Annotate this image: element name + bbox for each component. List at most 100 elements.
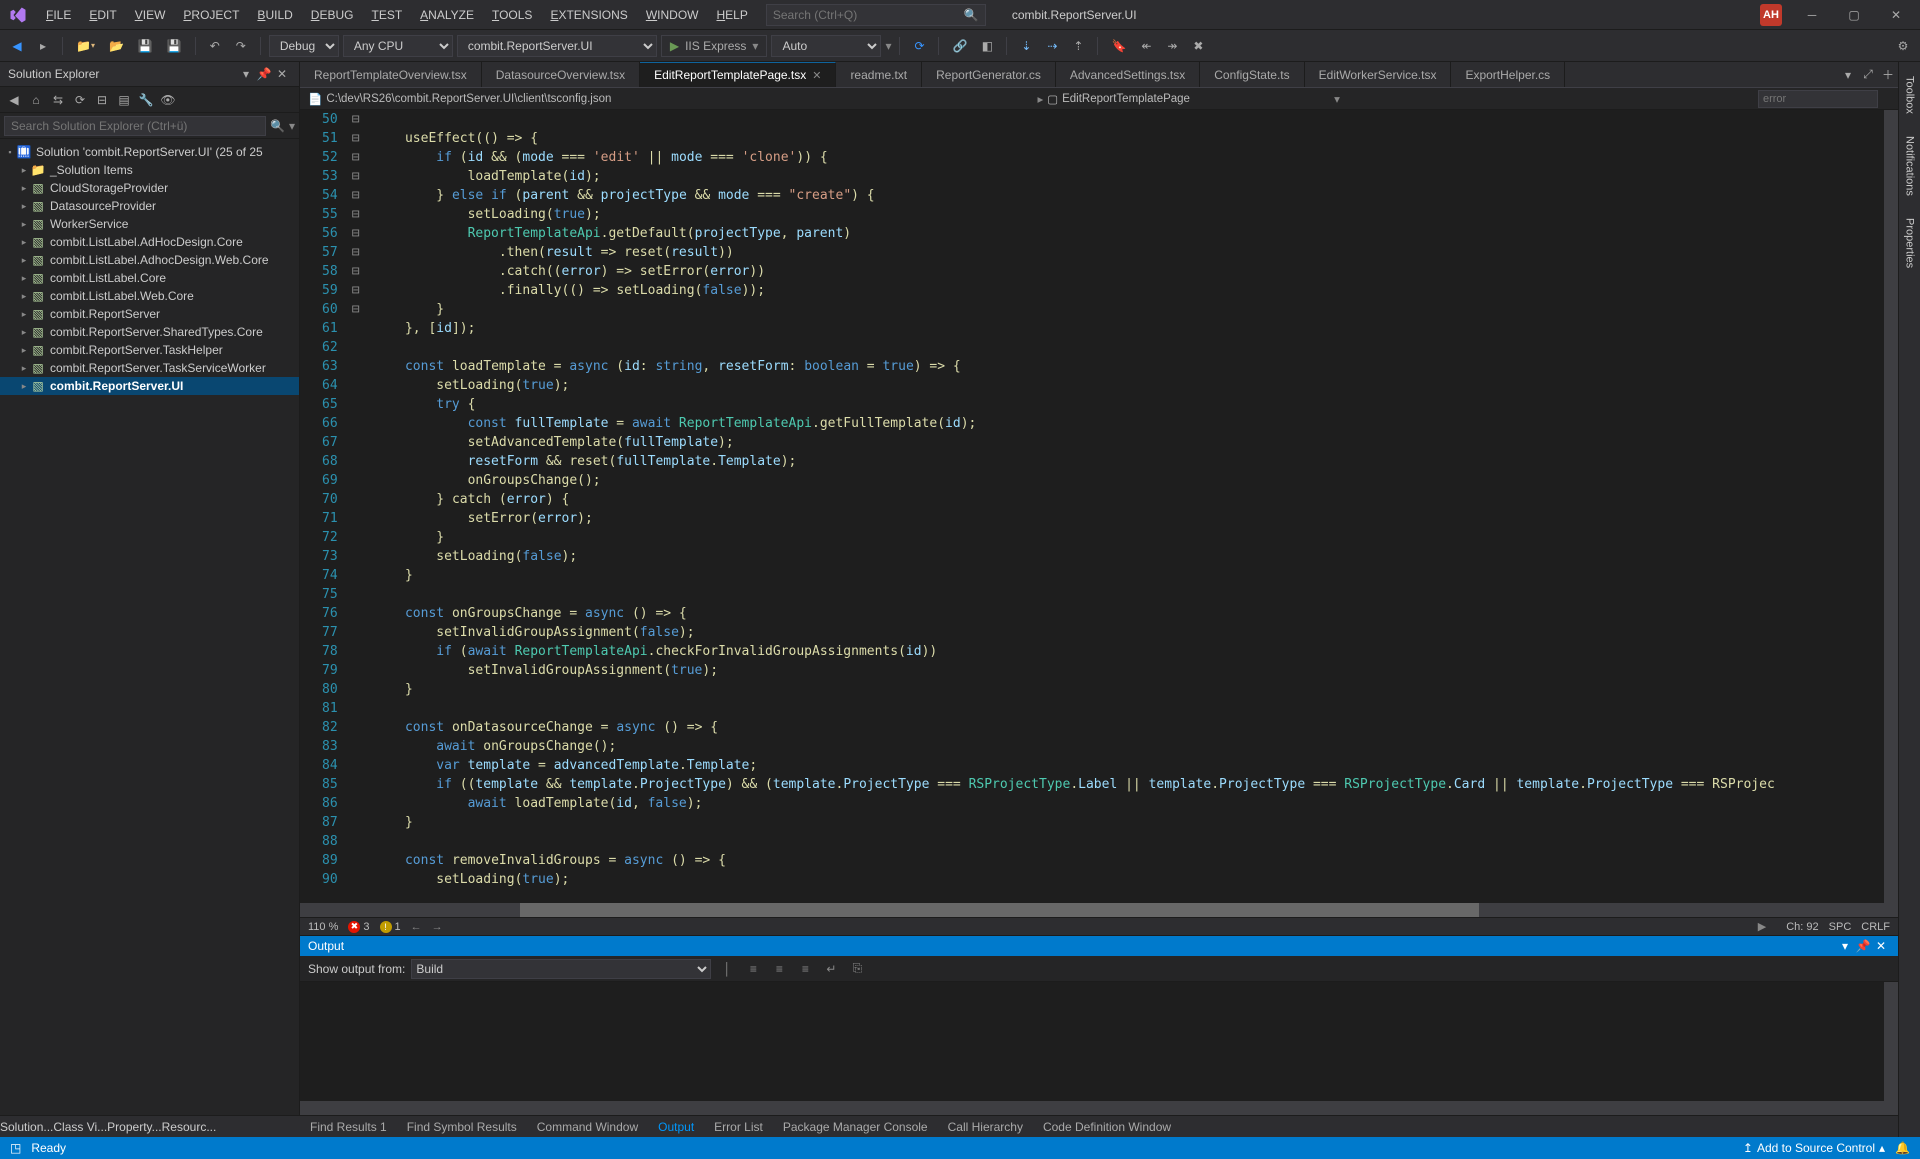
window-tab[interactable]: Command Window [527, 1116, 648, 1137]
window-tab[interactable]: Call Hierarchy [938, 1116, 1033, 1137]
eol-mode[interactable]: CRLF [1861, 921, 1890, 933]
editor-tab[interactable]: ExportHelper.cs [1451, 62, 1565, 87]
editor-tab[interactable]: EditReportTemplatePage.tsx✕ [640, 62, 836, 87]
panel-close-icon[interactable]: ✕ [273, 67, 291, 81]
window-tab[interactable]: Output [648, 1116, 704, 1137]
bookmark-next-icon[interactable]: ↠ [1161, 35, 1183, 57]
editor-tab[interactable]: DatasourceOverview.tsx [482, 62, 640, 87]
editor-tab[interactable]: ReportTemplateOverview.tsx [300, 62, 482, 87]
solution-platform-dropdown[interactable]: Any CPU [343, 35, 453, 57]
breadcrumb-error-search[interactable] [1758, 90, 1878, 108]
zoom-level[interactable]: 110 % [308, 921, 338, 933]
editor-tab[interactable]: EditWorkerService.tsx [1305, 62, 1452, 87]
window-tab[interactable]: Solution... [0, 1120, 53, 1134]
next-issue-icon[interactable]: ▶ [1758, 920, 1766, 933]
indent-mode[interactable]: SPC [1829, 921, 1852, 933]
se-refresh-button[interactable]: ⟳ [70, 90, 90, 110]
tool-icon-1[interactable]: ◧ [976, 35, 998, 57]
output-horizontal-scrollbar[interactable] [300, 1101, 1898, 1115]
breadcrumb-path[interactable]: 📄 C:\dev\RS26\combit.ReportServer.UI\cli… [300, 88, 619, 109]
tab-close-icon[interactable]: ✕ [812, 69, 821, 82]
user-badge[interactable]: AH [1760, 4, 1782, 26]
menu-build[interactable]: BUILD [249, 4, 300, 26]
code-editor[interactable]: 5051525354555657585960616263646566676869… [300, 110, 1898, 903]
browser-link-button[interactable]: 🔗 [947, 35, 972, 57]
se-showall-button[interactable]: ▤ [114, 90, 134, 110]
warning-count[interactable]: !1 [380, 921, 401, 933]
save-button[interactable]: 💾 [133, 35, 158, 57]
output-prev-icon[interactable]: ≡ [769, 959, 789, 979]
output-wrap-icon[interactable]: ↵ [821, 959, 841, 979]
output-vertical-scrollbar[interactable] [1884, 982, 1898, 1101]
menu-test[interactable]: TEST [363, 4, 410, 26]
bookmark-clear-icon[interactable]: ✖ [1187, 35, 1209, 57]
window-tab[interactable]: Find Symbol Results [397, 1116, 527, 1137]
window-tab[interactable]: Resourc... [162, 1120, 217, 1134]
code-content[interactable]: useEffect(() => { if (id && (mode === 'e… [366, 110, 1884, 903]
notifications-icon[interactable]: 🔔 [1895, 1141, 1910, 1155]
tree-node[interactable]: ▸▧combit.ReportServer.SharedTypes.Core [0, 323, 299, 341]
undo-button[interactable]: ↶ [204, 35, 226, 57]
output-close-icon[interactable]: ✕ [1872, 939, 1890, 953]
window-tab[interactable]: Code Definition Window [1033, 1116, 1181, 1137]
output-body[interactable] [300, 982, 1898, 1115]
breadcrumb-member[interactable]: ▾ [1198, 88, 1348, 109]
window-tab[interactable]: Find Results 1 [300, 1116, 397, 1137]
browser-dropdown[interactable]: Auto [771, 35, 881, 57]
new-project-button[interactable]: 📁▾ [71, 35, 100, 57]
tab-add-icon[interactable]: ＋ [1878, 62, 1898, 87]
output-goto-icon[interactable]: ≡ [743, 959, 763, 979]
maximize-button[interactable]: ▢ [1834, 1, 1874, 29]
menu-project[interactable]: PROJECT [175, 4, 247, 26]
step-over-button[interactable]: ⇢ [1041, 35, 1063, 57]
tree-node[interactable]: ▸▧combit.ReportServer.TaskHelper [0, 341, 299, 359]
window-tab[interactable]: Package Manager Console [773, 1116, 938, 1137]
step-out-button[interactable]: ⇡ [1067, 35, 1089, 57]
start-debug-button[interactable]: ▶ IIS Express ▾ [661, 35, 768, 57]
step-into-button[interactable]: ⇣ [1015, 35, 1037, 57]
editor-tab[interactable]: readme.txt [836, 62, 922, 87]
side-tab-notifications[interactable]: Notifications [1902, 126, 1918, 206]
tree-node[interactable]: ▸▧combit.ListLabel.Web.Core [0, 287, 299, 305]
output-pin-icon[interactable]: 📌 [1854, 939, 1872, 953]
solution-explorer-tree[interactable]: ▪🛄Solution 'combit.ReportServer.UI' (25 … [0, 139, 299, 1123]
save-all-button[interactable]: 💾 [162, 35, 187, 57]
solution-explorer-search-input[interactable] [4, 116, 266, 136]
quick-search[interactable]: 🔍 [766, 4, 986, 26]
tree-node[interactable]: ▸▧combit.ReportServer.UI [0, 377, 299, 395]
tree-node[interactable]: ▸▧combit.ListLabel.Core [0, 269, 299, 287]
open-file-button[interactable]: 📂 [104, 35, 129, 57]
solution-root[interactable]: ▪🛄Solution 'combit.ReportServer.UI' (25 … [0, 143, 299, 161]
se-properties-button[interactable]: 🔧 [136, 90, 156, 110]
redo-button[interactable]: ↷ [230, 35, 252, 57]
window-tab[interactable]: Class Vi... [53, 1120, 107, 1134]
menu-help[interactable]: HELP [708, 4, 755, 26]
tree-node[interactable]: ▸▧combit.ListLabel.AdhocDesign.Web.Core [0, 251, 299, 269]
nav-next-icon[interactable]: → [432, 921, 443, 933]
menu-edit[interactable]: EDIT [81, 4, 124, 26]
error-count[interactable]: ✖3 [348, 921, 369, 933]
tree-node[interactable]: ▸▧DatasourceProvider [0, 197, 299, 215]
nav-prev-icon[interactable]: ← [411, 921, 422, 933]
se-preview-button[interactable]: 👁 [158, 90, 178, 110]
fold-gutter[interactable]: ⊟⊟ ⊟ ⊟ ⊟ ⊟ ⊟ ⊟ ⊟ ⊟ ⊟ [346, 110, 366, 903]
se-collapse-button[interactable]: ⊟ [92, 90, 112, 110]
editor-tab[interactable]: ConfigState.ts [1200, 62, 1304, 87]
menu-tools[interactable]: TOOLS [484, 4, 540, 26]
menu-window[interactable]: WINDOW [638, 4, 707, 26]
breadcrumb-symbol[interactable]: ▸ ▢ EditReportTemplatePage [1029, 88, 1198, 109]
tab-fullscreen-icon[interactable]: ⤢ [1858, 62, 1878, 87]
tree-node[interactable]: ▸▧combit.ListLabel.AdHocDesign.Core [0, 233, 299, 251]
nav-fwd-button[interactable]: ▸ [32, 35, 54, 57]
side-tab-toolbox[interactable]: Toolbox [1902, 66, 1918, 124]
tree-node[interactable]: ▸📁_Solution Items [0, 161, 299, 179]
panel-pin-icon[interactable]: 📌 [255, 67, 273, 81]
panel-dropdown-icon[interactable]: ▾ [237, 67, 255, 81]
tree-node[interactable]: ▸▧WorkerService [0, 215, 299, 233]
editor-tab[interactable]: AdvancedSettings.tsx [1056, 62, 1200, 87]
refresh-button[interactable]: ⟳ [908, 35, 930, 57]
window-tab[interactable]: Property... [107, 1120, 161, 1134]
menu-analyze[interactable]: ANALYZE [412, 4, 482, 26]
se-back-button[interactable]: ◀ [4, 90, 24, 110]
live-share-button[interactable]: ⚙ [1892, 35, 1914, 57]
